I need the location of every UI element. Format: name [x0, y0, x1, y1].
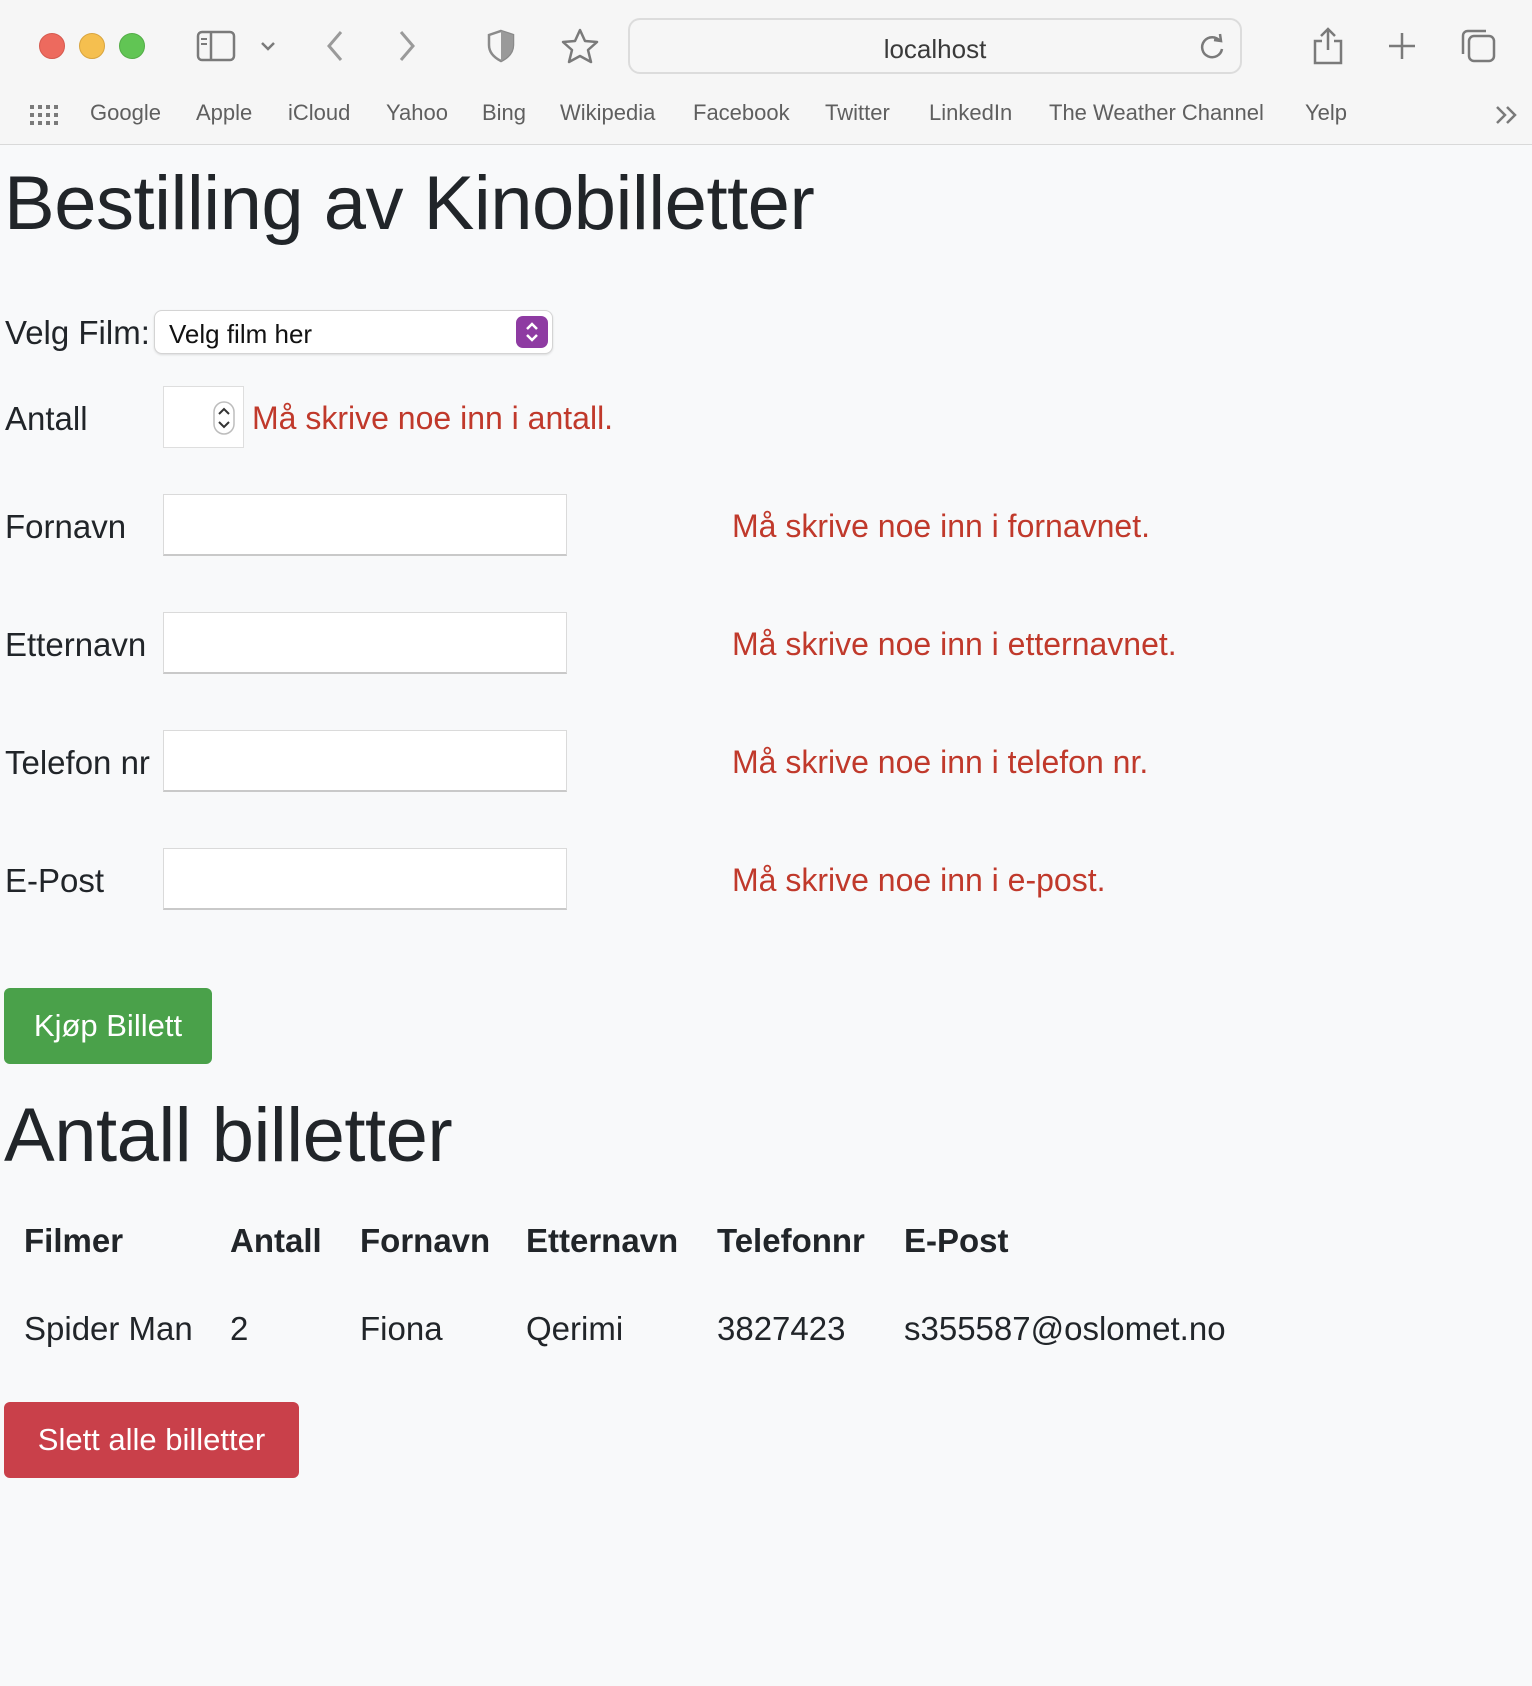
reload-icon[interactable]	[1198, 32, 1226, 67]
address-bar[interactable]: localhost	[628, 18, 1242, 74]
column-header-filmer: Filmer	[24, 1222, 124, 1259]
share-icon[interactable]	[1310, 22, 1346, 70]
telefon-error: Må skrive noe inn i telefon nr.	[732, 744, 1149, 780]
antall-label: Antall	[5, 400, 88, 437]
bookmark-facebook[interactable]: Facebook	[693, 100, 790, 126]
etternavn-input[interactable]	[163, 612, 567, 674]
address-url: localhost	[883, 34, 987, 64]
bookmark-yelp[interactable]: Yelp	[1305, 100, 1347, 126]
film-select-value: Velg film her	[169, 319, 313, 349]
epost-label: E-Post	[5, 862, 105, 899]
column-header-etternavn: Etternavn	[526, 1222, 679, 1259]
forward-icon[interactable]	[392, 22, 422, 70]
minimize-window-button[interactable]	[79, 33, 105, 59]
film-select[interactable]: Velg film her	[154, 310, 553, 354]
bookmark-bing[interactable]: Bing	[482, 100, 526, 126]
cell-antall: 2	[230, 1310, 249, 1347]
film-label: Velg Film:	[5, 314, 150, 351]
telefon-input[interactable]	[163, 730, 567, 792]
more-bookmarks-icon[interactable]	[1494, 104, 1520, 131]
bookmark-wikipedia[interactable]: Wikipedia	[560, 100, 655, 126]
stepper-icon[interactable]	[213, 401, 235, 440]
bookmark-linkedin[interactable]: LinkedIn	[929, 100, 1012, 126]
browser-toolbar: localhost Google Apple iCloud Yahoo Bing…	[0, 0, 1532, 145]
column-header-telefonnr: Telefonnr	[717, 1222, 865, 1259]
cell-telefonnr: 3827423	[717, 1310, 846, 1347]
delete-all-tickets-button[interactable]: Slett alle billetter	[4, 1402, 299, 1478]
cell-fornavn: Fiona	[360, 1310, 443, 1347]
bookmark-yahoo[interactable]: Yahoo	[386, 100, 448, 126]
bookmark-apple[interactable]: Apple	[196, 100, 252, 126]
etternavn-label: Etternavn	[5, 626, 147, 663]
column-header-epost: E-Post	[904, 1222, 1009, 1259]
zoom-window-button[interactable]	[119, 33, 145, 59]
page-title: Bestilling av Kinobilletter	[4, 161, 815, 246]
etternavn-error: Må skrive noe inn i etternavnet.	[732, 626, 1177, 662]
cell-epost: s355587@oslomet.no	[904, 1310, 1226, 1347]
antall-error: Må skrive noe inn i antall.	[252, 400, 614, 436]
fornavn-error: Må skrive noe inn i fornavnet.	[732, 508, 1150, 544]
telefon-label: Telefon nr	[5, 744, 150, 781]
bookmark-icloud[interactable]: iCloud	[288, 100, 350, 126]
bookmark-the-weather-channel[interactable]: The Weather Channel	[1049, 100, 1264, 126]
tickets-heading: Antall billetter	[4, 1093, 453, 1178]
epost-input[interactable]	[163, 848, 567, 910]
bookmark-google[interactable]: Google	[90, 100, 161, 126]
select-arrows-icon	[516, 316, 548, 348]
chevron-down-icon[interactable]	[258, 22, 278, 70]
page-content: Bestilling av Kinobilletter Velg Film: V…	[0, 146, 1532, 1686]
grid-icon[interactable]	[30, 105, 58, 130]
fornavn-label: Fornavn	[5, 508, 127, 545]
buy-ticket-button[interactable]: Kjøp Billett	[4, 988, 212, 1064]
column-header-fornavn: Fornavn	[360, 1222, 491, 1259]
star-icon[interactable]	[560, 22, 600, 70]
bookmark-twitter[interactable]: Twitter	[825, 100, 890, 126]
close-window-button[interactable]	[39, 33, 65, 59]
favorites-bar: Google Apple iCloud Yahoo Bing Wikipedia…	[0, 96, 1532, 134]
back-icon[interactable]	[320, 22, 350, 70]
tab-overview-icon[interactable]	[1458, 22, 1498, 70]
fornavn-input[interactable]	[163, 494, 567, 556]
cell-film: Spider Man	[24, 1310, 193, 1347]
epost-error: Må skrive noe inn i e-post.	[732, 862, 1106, 898]
cell-etternavn: Qerimi	[526, 1310, 624, 1347]
new-tab-icon[interactable]	[1386, 22, 1418, 70]
shield-icon[interactable]	[484, 22, 518, 70]
antall-input[interactable]	[163, 386, 244, 448]
column-header-antall: Antall	[230, 1222, 322, 1259]
sidebar-icon[interactable]	[194, 22, 238, 70]
